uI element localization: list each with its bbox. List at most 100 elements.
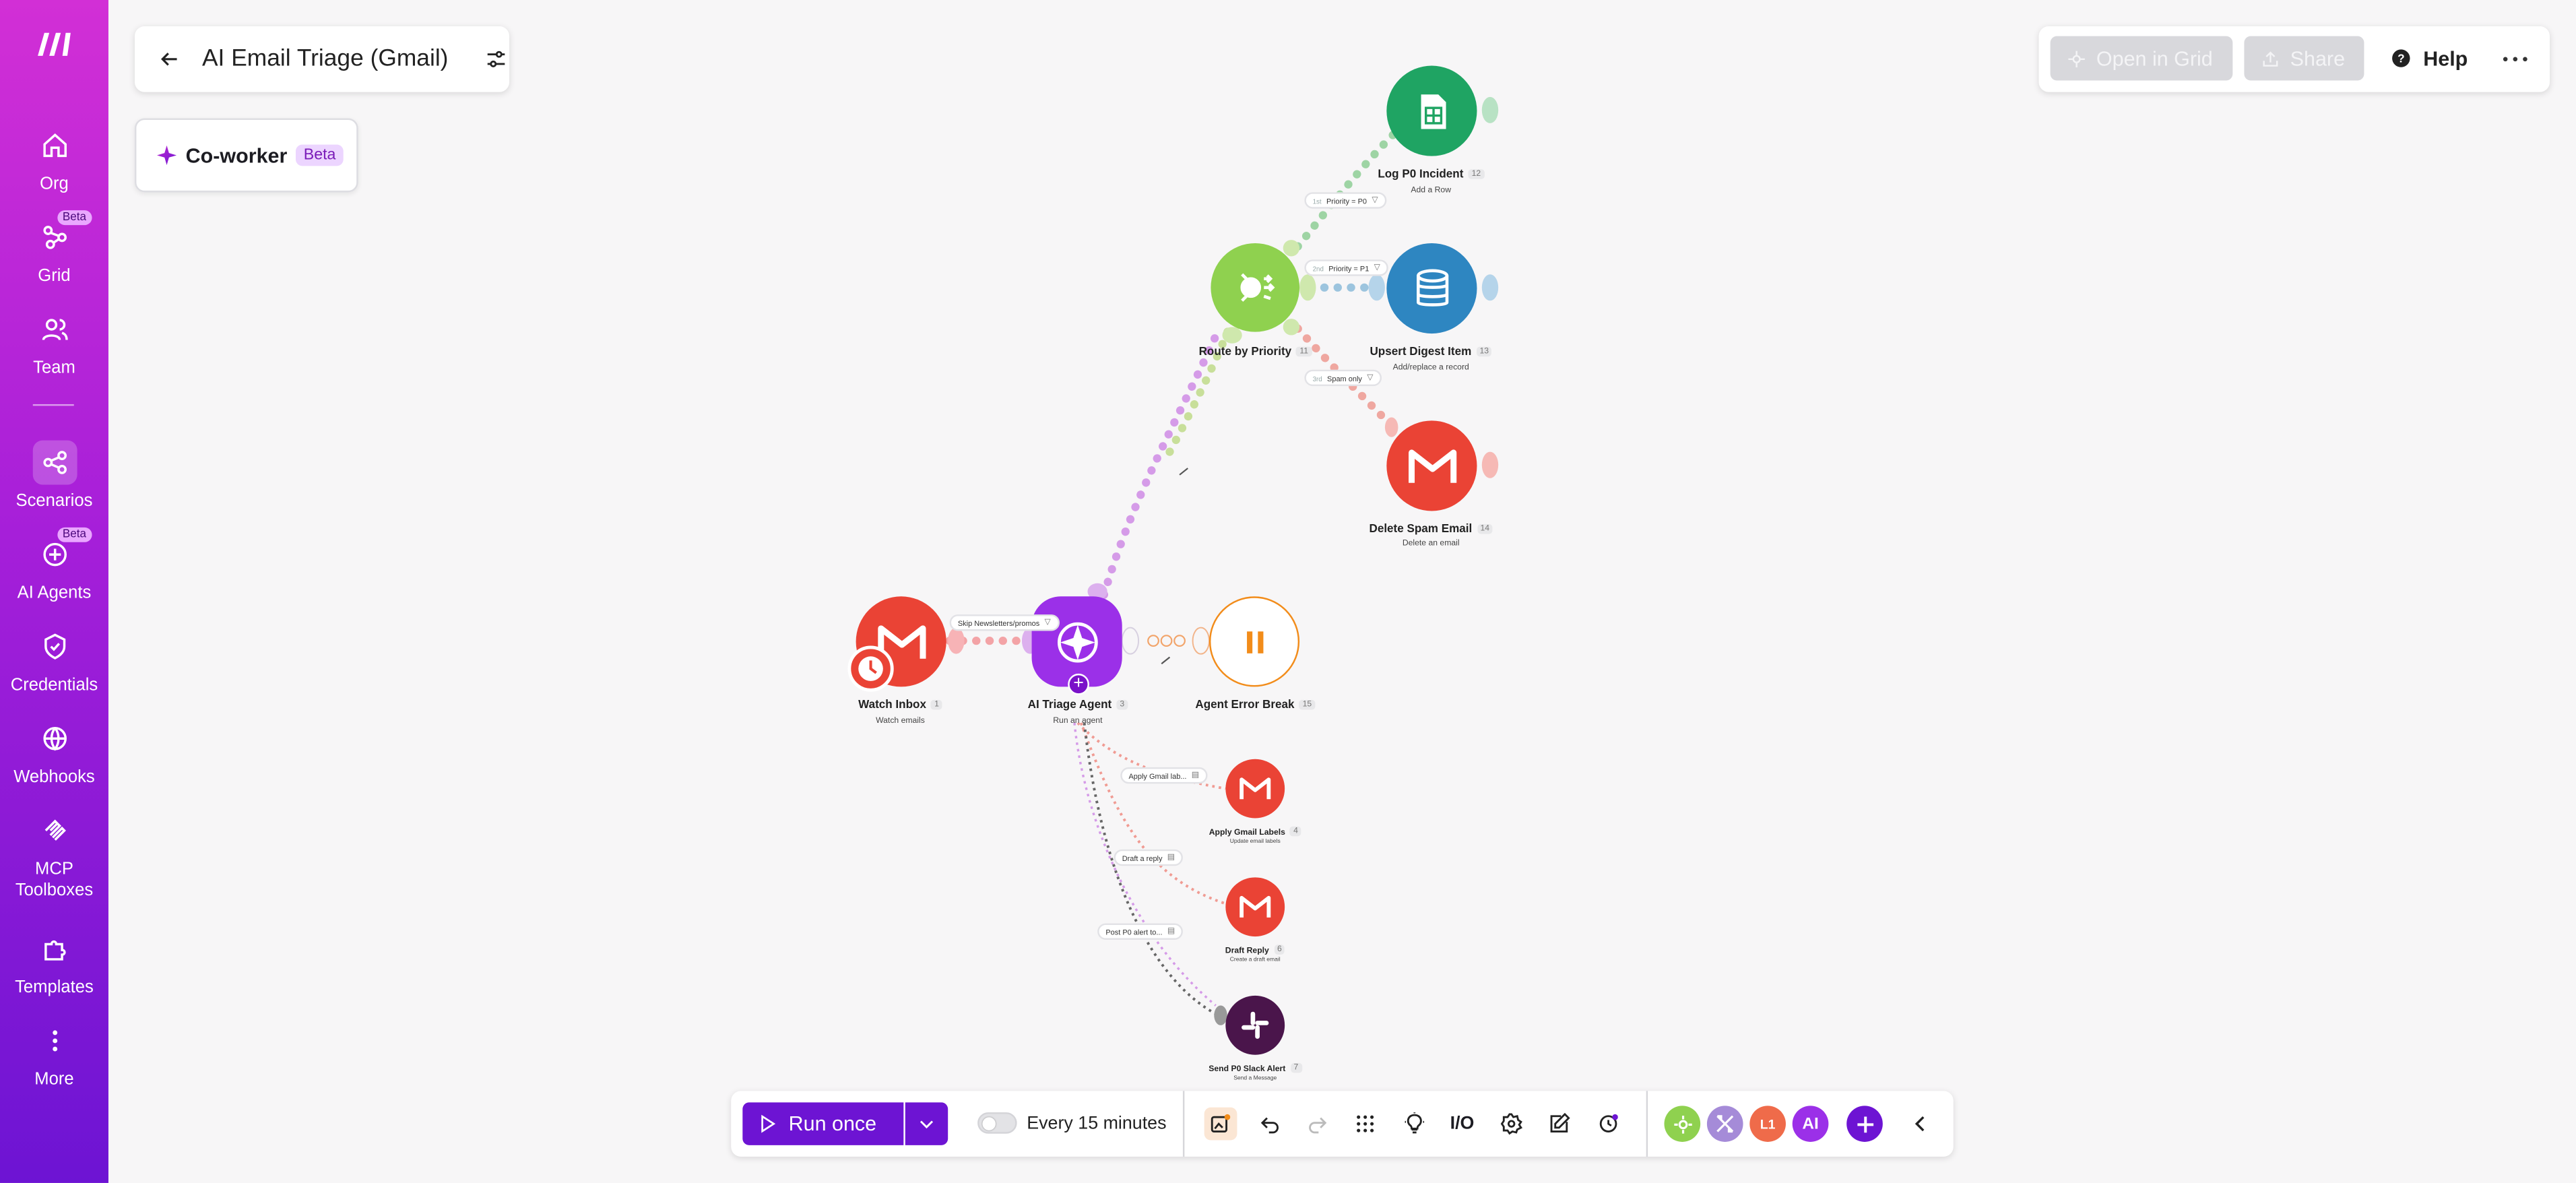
gmail-icon — [1407, 449, 1456, 482]
funnel-icon: ▽ — [1374, 263, 1381, 273]
app-flow-control-dot[interactable]: L1 — [1749, 1106, 1786, 1142]
back-arrow-icon[interactable] — [158, 48, 181, 71]
node-label: Delete Spam Email 14 — [1369, 523, 1493, 536]
bottom-toolbar: Run once Every 15 minutes I/O L1 AI — [731, 1091, 1954, 1157]
node-label: Draft Reply 6 — [1225, 945, 1285, 956]
coworker-label: Co-worker — [185, 143, 288, 167]
io-button[interactable]: I/O — [1446, 1108, 1479, 1141]
node-apply-gmail-labels[interactable] — [1225, 759, 1285, 819]
filter-priority-p0[interactable]: 1st Priority = P0 ▽ — [1304, 192, 1386, 209]
tool-label-draft-reply[interactable]: Draft a reply ▤ — [1114, 849, 1184, 866]
node-draft-reply[interactable] — [1225, 877, 1285, 937]
schedule-control[interactable]: Every 15 minutes — [977, 1112, 1167, 1134]
magic-wand-icon — [1599, 1114, 1618, 1132]
filter-spam-only[interactable]: 3rd Spam only ▽ — [1304, 369, 1382, 387]
node-label: Log P0 Incident 12 — [1378, 169, 1485, 181]
node-agent-error-break[interactable] — [1209, 596, 1300, 687]
schedule-toggle[interactable] — [977, 1112, 1017, 1134]
tool-label-slack-alert[interactable]: Post P0 alert to... ▤ — [1097, 923, 1184, 940]
redo-icon — [1309, 1117, 1327, 1134]
l1-label: L1 — [1760, 1116, 1776, 1132]
share-icon — [2263, 51, 2278, 66]
app-router-dot[interactable] — [1664, 1106, 1701, 1142]
node-subtitle: Watch emails — [876, 716, 925, 726]
trigger-clock-badge[interactable] — [847, 645, 894, 692]
filter-priority-p1[interactable]: 2nd Priority = P1 ▽ — [1304, 259, 1389, 276]
modules-grid-button[interactable] — [1349, 1108, 1382, 1141]
redo-button[interactable] — [1301, 1108, 1334, 1141]
notes-button[interactable] — [1543, 1108, 1576, 1141]
app-ai-dot[interactable]: AI — [1792, 1106, 1829, 1142]
run-options-dropdown[interactable] — [905, 1102, 948, 1145]
google-sheets-icon — [1420, 94, 1446, 129]
pause-icon — [1246, 631, 1263, 653]
svg-text:?: ? — [2397, 52, 2404, 65]
history-button[interactable] — [1204, 1107, 1237, 1141]
tools-icon — [1716, 1115, 1734, 1133]
node-subtitle: Delete an email — [1402, 538, 1460, 549]
settings-sliders-icon[interactable] — [484, 48, 507, 71]
share-button[interactable]: Share — [2244, 36, 2364, 81]
image-badge-icon — [1211, 1114, 1231, 1132]
edit-icon: ▤ — [1191, 770, 1200, 781]
funnel-icon: ▽ — [1044, 617, 1051, 628]
node-delete-spam-email[interactable] — [1386, 420, 1477, 511]
undo-icon — [1260, 1117, 1279, 1134]
funnel-icon: ▽ — [1372, 195, 1378, 205]
node-label: Route by Priority 11 — [1199, 346, 1312, 358]
run-once-button[interactable]: Run once — [742, 1102, 904, 1145]
collapse-toolbar-button[interactable] — [1904, 1108, 1937, 1141]
node-subtitle: Send a Message — [1233, 1074, 1277, 1081]
slack-icon — [1242, 1011, 1269, 1039]
app-tools-dot[interactable] — [1706, 1106, 1743, 1142]
explain-flow-button[interactable] — [1398, 1108, 1431, 1141]
gmail-icon — [1239, 895, 1271, 918]
scenario-settings-button[interactable] — [1495, 1108, 1528, 1141]
play-icon — [761, 1114, 776, 1133]
help-button[interactable]: ? Help — [2390, 36, 2468, 81]
toolbar-divider — [1182, 1091, 1185, 1157]
node-label: AI Triage Agent 3 — [1028, 699, 1128, 711]
dots-grid-icon — [1357, 1115, 1374, 1132]
node-label: Upsert Digest Item 13 — [1370, 346, 1492, 358]
connection-agent-draft — [1079, 722, 1226, 905]
chevron-down-icon — [920, 1120, 934, 1129]
top-actions-bar: Open in Grid Share ? Help — [2038, 26, 2550, 92]
coworker-button[interactable]: Co-worker Beta — [134, 118, 358, 193]
edit-icon: ▤ — [1167, 852, 1176, 863]
ai-label: AI — [1802, 1114, 1819, 1133]
more-horizontal-icon[interactable] — [2501, 48, 2530, 71]
node-subtitle: Create a draft email — [1229, 956, 1281, 963]
gear-icon — [1500, 1113, 1523, 1135]
plus-icon — [1857, 1116, 1873, 1132]
node-send-p0-slack-alert[interactable] — [1225, 995, 1285, 1055]
node-upsert-digest-item[interactable] — [1386, 243, 1477, 334]
node-label: Send P0 Slack Alert 7 — [1209, 1062, 1302, 1075]
node-label: Agent Error Break 15 — [1195, 699, 1316, 711]
node-subtitle: Add/replace a record — [1392, 362, 1469, 373]
connection-router-sheets — [1293, 130, 1398, 251]
clock-icon — [858, 656, 883, 681]
add-module-button[interactable] — [1846, 1106, 1883, 1142]
sparkle-icon — [157, 145, 177, 165]
node-subtitle: Add a Row — [1411, 185, 1452, 196]
router-icon — [1240, 273, 1275, 302]
auto-align-button[interactable] — [1592, 1108, 1625, 1141]
open-in-grid-button[interactable]: Open in Grid — [2050, 36, 2233, 81]
router-small-icon — [1673, 1114, 1692, 1133]
database-icon — [1415, 268, 1448, 306]
scenario-title[interactable]: AI Email Triage (Gmail) — [202, 46, 449, 72]
edit-icon: ▤ — [1167, 926, 1176, 937]
io-icon: I/O — [1450, 1114, 1475, 1134]
tool-label-apply-labels[interactable]: Apply Gmail lab... ▤ — [1120, 767, 1208, 784]
connection-agent-router — [1099, 324, 1223, 599]
node-subtitle: Run an agent — [1053, 716, 1103, 726]
add-tool-button[interactable]: + — [1068, 673, 1089, 695]
scenario-connections — [945, 96, 1499, 1025]
toolbar-divider — [1646, 1091, 1648, 1157]
funnel-icon: ▽ — [1367, 373, 1374, 383]
node-log-p0-incident[interactable] — [1386, 65, 1477, 156]
node-route-by-priority[interactable] — [1211, 243, 1300, 332]
undo-button[interactable] — [1254, 1108, 1287, 1141]
filter-skip-newsletters[interactable]: Skip Newsletters/promos ▽ — [949, 614, 1060, 631]
